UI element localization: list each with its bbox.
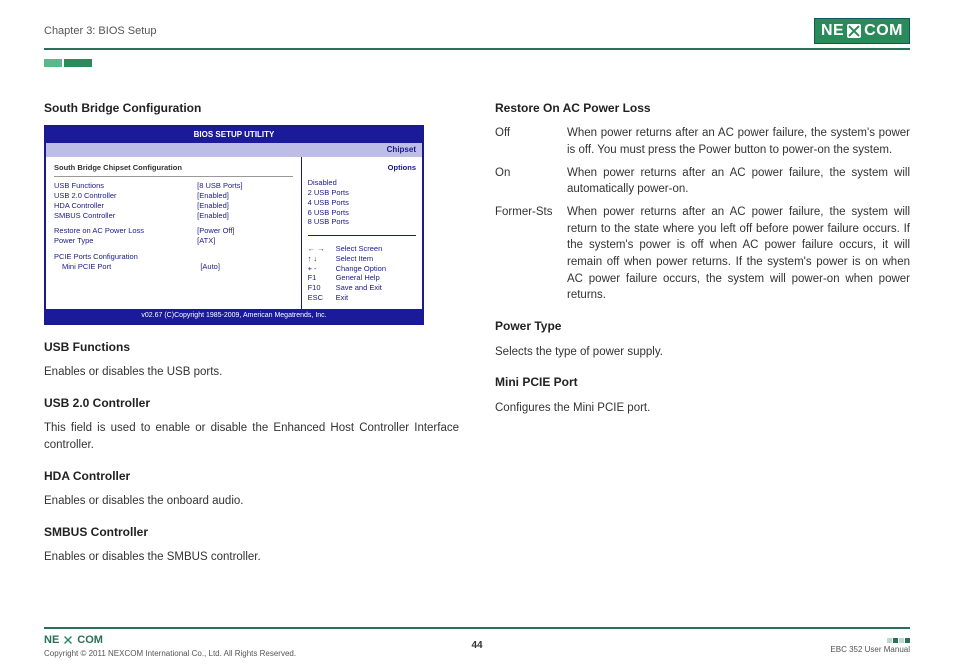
heading-south-bridge: South Bridge Configuration [44,100,459,117]
bios-tab: Chipset [46,143,422,157]
page-header: Chapter 3: BIOS Setup NE COM [44,18,910,50]
text-hda: Enables or disables the onboard audio. [44,493,459,510]
right-column: Restore On AC Power Loss Off When power … [495,86,910,572]
restore-on-val: When power returns after an AC power fai… [567,165,910,198]
footer-copyright: Copyright © 2011 NEXCOM International Co… [44,649,296,658]
left-column: South Bridge Configuration BIOS SETUP UT… [44,86,459,572]
bios-section: South Bridge Chipset Configuration [54,163,293,173]
heading-restore: Restore On AC Power Loss [495,100,910,117]
footer-logo: NECOM [44,633,296,647]
bios-options-label: Options [308,163,416,173]
page-number: 44 [471,640,482,651]
footer-cubes-icon [887,638,910,643]
logo-x-icon [847,24,861,38]
page-footer: NECOM Copyright © 2011 NEXCOM Internatio… [44,627,910,658]
nexcom-logo: NE COM [814,18,910,44]
text-usb-functions: Enables or disables the USB ports. [44,364,459,381]
restore-off-key: Off [495,125,561,158]
restore-off-val: When power returns after an AC power fai… [567,125,910,158]
text-usb2: This field is used to enable or disable … [44,420,459,453]
heading-hda: HDA Controller [44,468,459,485]
restore-on-key: On [495,165,561,198]
heading-usb-functions: USB Functions [44,339,459,356]
logo-text-left: NE [821,22,844,40]
bios-right-pane: Options Disabled 2 USB Ports 4 USB Ports… [301,157,422,309]
restore-former-key: Former-Sts [495,204,561,304]
heading-usb2: USB 2.0 Controller [44,395,459,412]
bios-footer: v02.67 (C)Copyright 1985-2009, American … [46,309,422,323]
text-power-type: Selects the type of power supply. [495,344,910,361]
heading-mini-pcie: Mini PCIE Port [495,374,910,391]
text-mini-pcie: Configures the Mini PCIE port. [495,400,910,417]
heading-power-type: Power Type [495,318,910,335]
chapter-title: Chapter 3: BIOS Setup [44,25,157,37]
restore-definition-list: Off When power returns after an AC power… [495,125,910,304]
bios-title: BIOS SETUP UTILITY [46,127,422,143]
footer-manual: EBC 352 User Manual [830,645,910,654]
heading-smbus: SMBUS Controller [44,524,459,541]
bios-screenshot: BIOS SETUP UTILITY Chipset South Bridge … [44,125,424,324]
bios-left-pane: South Bridge Chipset Configuration USB F… [46,157,301,309]
restore-former-val: When power returns after an AC power fai… [567,204,910,304]
logo-text-right: COM [864,22,903,40]
text-smbus: Enables or disables the SMBUS controller… [44,549,459,566]
header-tabs [44,54,910,64]
